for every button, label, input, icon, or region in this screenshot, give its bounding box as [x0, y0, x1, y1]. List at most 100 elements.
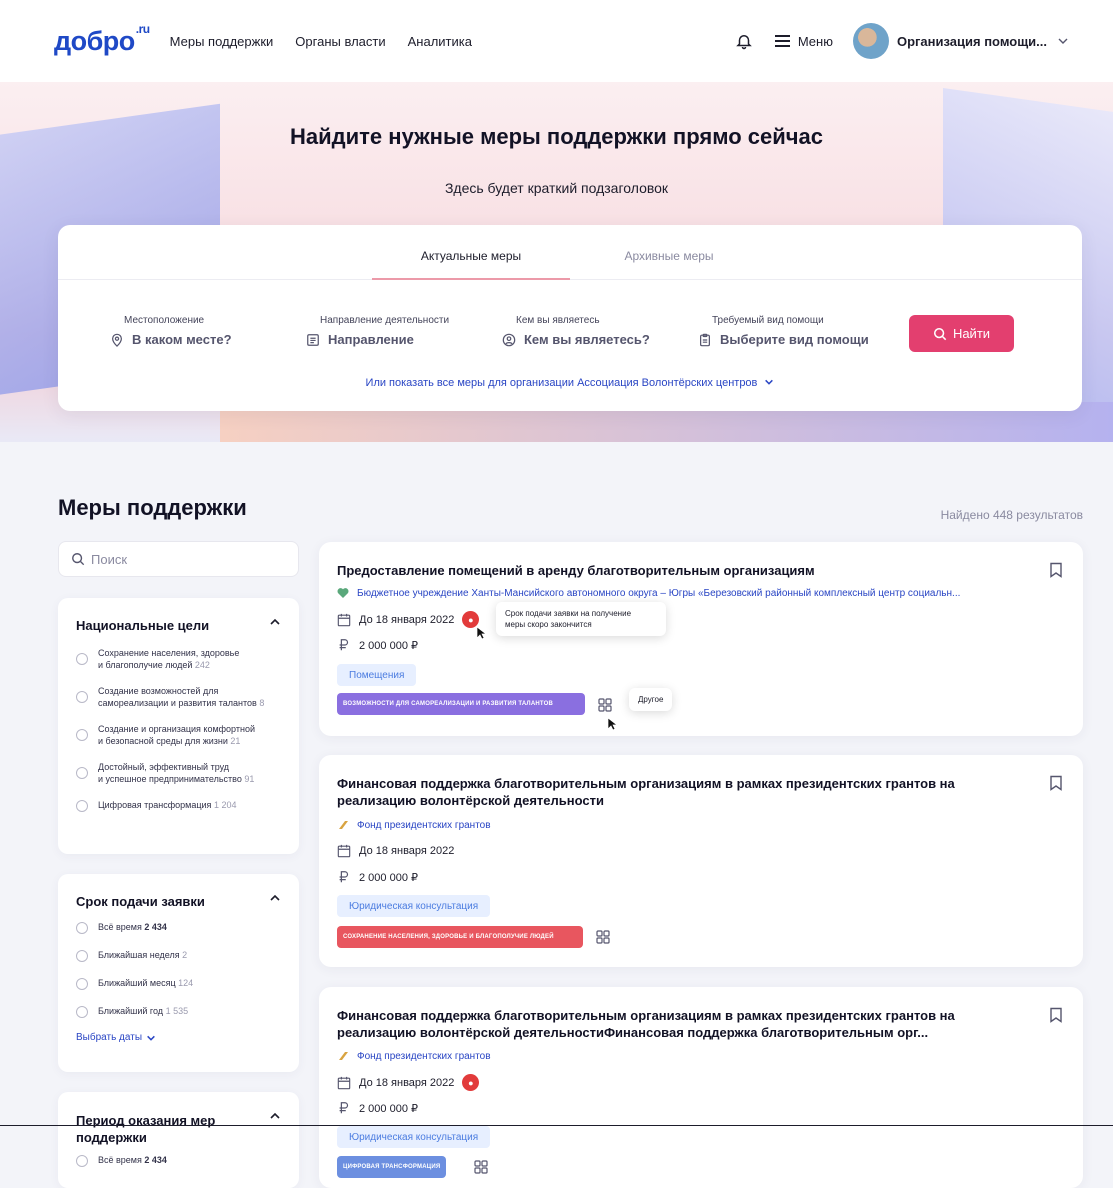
radio-button[interactable]: [76, 1155, 88, 1167]
national-goal-option[interactable]: Достойный, эффективный труд и успешное пр…: [58, 761, 299, 785]
support-measure-card[interactable]: Предоставление помещений в аренду благот…: [319, 542, 1083, 736]
org-name[interactable]: Организация помощи...: [897, 34, 1047, 49]
tooltip-line: меры скоро закончится: [505, 620, 592, 629]
card-title[interactable]: Финансовая поддержка благотворительным о…: [337, 1007, 1017, 1041]
national-goal-option[interactable]: Создание возможностей для самореализации …: [58, 685, 299, 709]
nav-authorities[interactable]: Органы власти: [295, 34, 385, 49]
option-label: Ближайший год: [98, 1006, 164, 1016]
grid-icon[interactable]: [596, 930, 610, 944]
filter-period: Период оказания мер поддержки Всё время 2…: [58, 1092, 299, 1188]
deadline-option[interactable]: Ближайшая неделя 2: [58, 949, 299, 962]
card-title[interactable]: Финансовая поддержка благотворительным о…: [337, 775, 1017, 809]
chevron-up-icon[interactable]: [269, 892, 281, 904]
filter-who[interactable]: Кем вы являетесь Кем вы являетесь?: [502, 315, 698, 347]
filter-who-value: Кем вы являетесь?: [524, 332, 650, 347]
radio-button[interactable]: [76, 767, 88, 779]
option-line: Достойный, эффективный труд: [98, 762, 230, 772]
show-all-link[interactable]: Или показать все меры для организации Ас…: [58, 377, 1082, 389]
nav-support-measures[interactable]: Меры поддержки: [170, 34, 274, 49]
card-deadline-text: До 18 января 2022: [359, 845, 455, 857]
list-icon: [307, 333, 319, 346]
deadline-option[interactable]: Ближайший месяц 124: [58, 977, 299, 990]
show-all-text: Или показать все меры для организации Ас…: [365, 377, 758, 389]
deadline-option[interactable]: Всё время 2 434: [58, 921, 299, 934]
bookmark-icon[interactable]: [1049, 775, 1063, 791]
filter-help-type[interactable]: Требуемый вид помощи Выберите вид помощи: [698, 315, 894, 347]
fund-logo-icon: [339, 821, 348, 829]
radio-button[interactable]: [76, 922, 88, 934]
option-count: 124: [178, 978, 194, 988]
filter-who-label: Кем вы являетесь: [516, 315, 600, 326]
option-label: Всё время: [98, 922, 142, 932]
filter-national-goals: Национальные цели Сохранение населения, …: [58, 598, 299, 854]
ruble-icon: [339, 639, 349, 651]
support-measure-card[interactable]: Финансовая поддержка благотворительным о…: [319, 755, 1083, 967]
find-button-label: Найти: [952, 326, 991, 341]
find-button[interactable]: Найти: [909, 315, 1014, 352]
grid-icon[interactable]: [598, 698, 612, 712]
radio-button[interactable]: [76, 1006, 88, 1018]
card-goal-tag[interactable]: ВОЗМОЖНОСТИ ДЛЯ САМОРЕАЛИЗАЦИИ И РАЗВИТИ…: [337, 693, 585, 715]
card-help-tag[interactable]: Юридическая консультация: [337, 895, 491, 917]
national-goal-option[interactable]: Сохранение населения, здоровье и благопол…: [58, 647, 299, 671]
bookmark-icon[interactable]: [1049, 562, 1063, 578]
logo[interactable]: добро .ru: [54, 22, 150, 57]
card-help-tag[interactable]: Юридическая консультация: [337, 1126, 491, 1148]
radio-button[interactable]: [76, 800, 88, 812]
card-organization[interactable]: Фонд президентских грантов: [337, 819, 491, 831]
deadline-option[interactable]: Ближайший год 1 535: [58, 1005, 299, 1018]
filter-location-value: В каком месте?: [132, 332, 232, 347]
card-title[interactable]: Предоставление помещений в аренду благот…: [337, 562, 1017, 579]
national-goals-title: Национальные цели: [76, 618, 210, 633]
section-title: Меры поддержки: [58, 495, 247, 520]
card-organization[interactable]: Фонд президентских грантов: [337, 1050, 491, 1062]
calendar-icon: [337, 844, 351, 858]
bell-icon[interactable]: [735, 32, 753, 50]
avatar[interactable]: [852, 23, 889, 59]
chevron-up-icon[interactable]: [269, 616, 281, 628]
radio-button[interactable]: [76, 978, 88, 990]
tooltip-text: Другое: [638, 695, 664, 704]
search-icon: [933, 327, 947, 340]
card-organization-name: Бюджетное учреждение Ханты-Мансийского а…: [357, 587, 961, 599]
radio-button[interactable]: [76, 691, 88, 703]
fire-icon[interactable]: ●: [462, 1074, 480, 1091]
radio-button[interactable]: [76, 653, 88, 665]
option-count: 21: [230, 736, 241, 746]
card-goal-tag[interactable]: СОХРАНЕНИЕ НАСЕЛЕНИЯ, ЗДОРОВЬЕ И БЛАГОПО…: [337, 926, 583, 948]
national-goal-option[interactable]: Цифровая трансформация 1 204: [58, 799, 299, 812]
chevron-down-icon[interactable]: [1057, 35, 1069, 47]
support-measure-card[interactable]: Финансовая поддержка благотворительным о…: [319, 987, 1083, 1188]
menu-button[interactable]: Меню: [774, 34, 833, 49]
radio-button[interactable]: [76, 950, 88, 962]
radio-button[interactable]: [76, 729, 88, 741]
option-count: 2 434: [144, 1155, 167, 1165]
tab-archived-measures[interactable]: Архивные меры: [570, 225, 768, 279]
grid-icon[interactable]: [474, 1160, 488, 1174]
national-goal-option[interactable]: Создание и организация комфортной и безоп…: [58, 723, 299, 747]
chevron-up-icon[interactable]: [269, 1110, 281, 1122]
option-count: 1 535: [165, 1006, 189, 1016]
calendar-icon: [337, 1076, 351, 1089]
card-amount-text: 2 000 000 ₽: [359, 639, 418, 652]
filter-direction[interactable]: Направление деятельности Направление: [306, 315, 502, 347]
card-deadline-text: До 18 января 2022: [359, 613, 455, 626]
pick-dates-link[interactable]: Выбрать даты: [58, 1032, 299, 1043]
period-title-line: поддержки: [76, 1130, 147, 1145]
filter-location[interactable]: Местоположение В каком месте?: [110, 315, 306, 347]
card-amount: 2 000 000 ₽: [337, 870, 418, 884]
card-help-tag[interactable]: Помещения: [337, 664, 417, 686]
sidebar-search-input[interactable]: Поиск: [58, 541, 299, 577]
period-option[interactable]: Всё время 2 434: [58, 1154, 299, 1167]
heart-logo-icon: [337, 588, 349, 598]
nav-analytics[interactable]: Аналитика: [408, 34, 472, 49]
option-count: 242: [194, 660, 210, 670]
tooltip-deadline: Срок подачи заявки на получение меры ско…: [496, 602, 666, 636]
card-amount-text: 2 000 000 ₽: [359, 871, 418, 884]
card-organization[interactable]: Бюджетное учреждение Ханты-Мансийского а…: [337, 587, 960, 599]
tab-current-measures[interactable]: Актуальные меры: [372, 225, 570, 280]
card-goal-tag[interactable]: ЦИФРОВАЯ ТРАНСФОРМАЦИЯ: [337, 1156, 447, 1178]
measure-tabs: Актуальные меры Архивные меры: [58, 225, 1082, 280]
location-icon: [112, 333, 122, 347]
bookmark-icon[interactable]: [1049, 1007, 1063, 1023]
